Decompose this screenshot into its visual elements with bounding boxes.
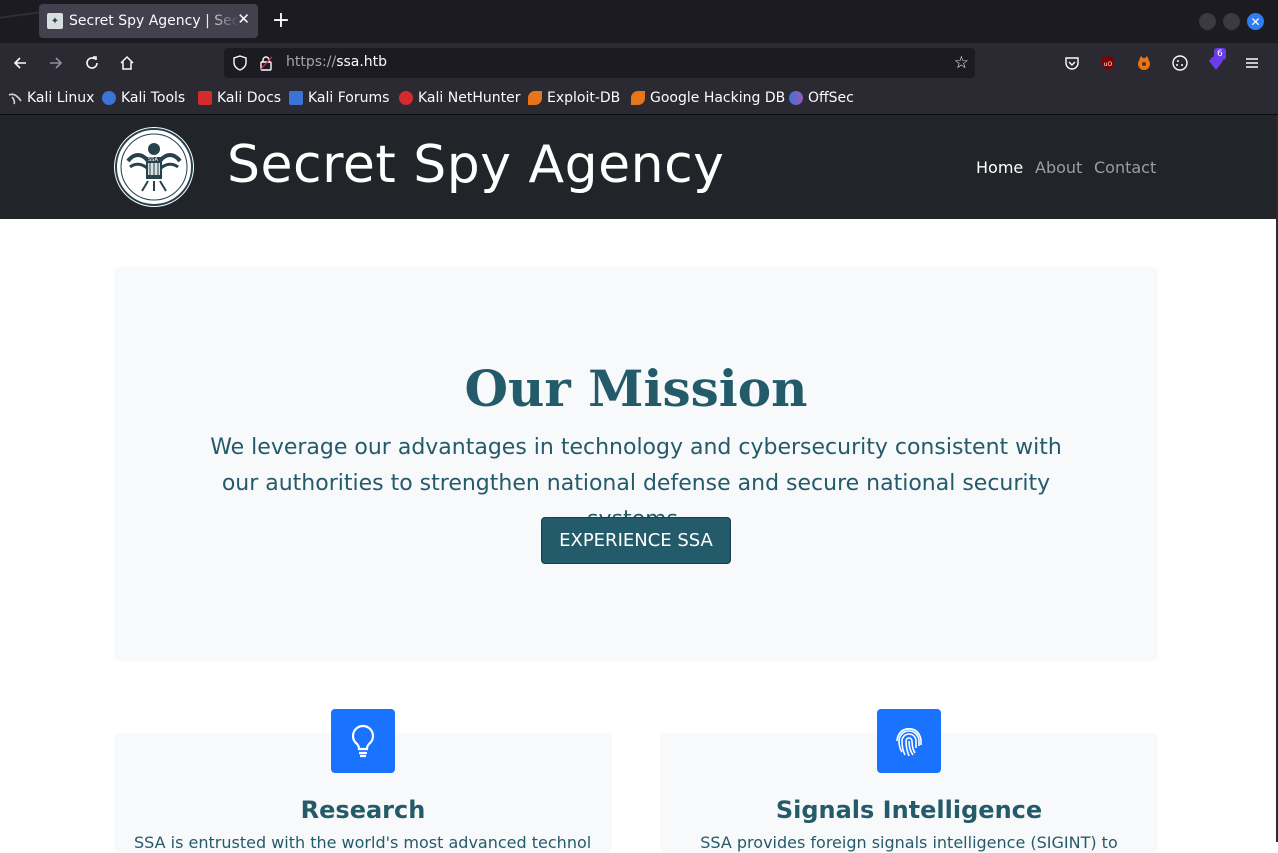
- mission-hero: Our Mission We leverage our advantages i…: [114, 267, 1158, 661]
- bookmark-google-hacking-db[interactable]: Google Hacking DB: [631, 90, 785, 106]
- home-icon[interactable]: [117, 53, 137, 73]
- minimize-window-button[interactable]: [1199, 13, 1216, 30]
- bookmark-offsec[interactable]: OffSec: [789, 90, 854, 106]
- experience-ssa-button[interactable]: EXPERIENCE SSA: [541, 517, 731, 564]
- url-text[interactable]: https://ssa.htb: [286, 54, 387, 70]
- svg-text:uO: uO: [1104, 61, 1113, 68]
- kali-tools-icon: [102, 91, 116, 105]
- research-card: Research SSA is entrusted with the world…: [114, 709, 612, 853]
- back-arrow-icon[interactable]: [10, 53, 30, 73]
- ssa-seal-logo[interactable]: SSA: [114, 127, 194, 207]
- fingerprint-icon: [877, 709, 941, 773]
- lightbulb-icon: [331, 709, 395, 773]
- nav-about-link[interactable]: About: [1035, 158, 1082, 177]
- bookmark-label: Kali Docs: [217, 90, 282, 106]
- browser-tab-bar: ✦ Secret Spy Agency | Secret ✕ + ✕: [0, 0, 1278, 43]
- tabbar-decoration: [0, 11, 40, 41]
- tab-close-icon[interactable]: ✕: [237, 10, 250, 28]
- bookmark-label: Kali Linux: [27, 90, 95, 106]
- extension-badge: 6: [1214, 48, 1226, 60]
- bookmarks-toolbar: Kali Linux Kali Tools Kali Docs Kali For…: [0, 84, 1278, 115]
- tab-title: Secret Spy Agency | Secret: [69, 13, 239, 29]
- bookmark-kali-forums[interactable]: Kali Forums: [289, 90, 389, 106]
- nav-contact-link[interactable]: Contact: [1094, 158, 1156, 177]
- card-title: Signals Intelligence: [775, 796, 1043, 824]
- cookie-editor-icon[interactable]: [1170, 53, 1190, 73]
- tracking-protection-shield-icon[interactable]: [232, 55, 248, 75]
- kali-forums-icon: [289, 91, 303, 105]
- foxyproxy-icon[interactable]: [1134, 53, 1154, 73]
- hamburger-menu-icon[interactable]: [1242, 53, 1262, 73]
- bookmark-label: Exploit-DB: [547, 90, 621, 106]
- site-title[interactable]: Secret Spy Agency: [227, 135, 724, 195]
- card-text: SSA is entrusted with the world's most a…: [134, 833, 592, 852]
- address-bar[interactable]: https://ssa.htb ☆: [224, 48, 975, 78]
- bookmark-kali-docs[interactable]: Kali Docs: [198, 90, 281, 106]
- new-tab-button[interactable]: +: [270, 8, 292, 34]
- bookmark-label: Google Hacking DB: [650, 90, 786, 106]
- card-text: SSA provides foreign signals intelligenc…: [700, 833, 1118, 852]
- maximize-window-button[interactable]: [1223, 13, 1240, 30]
- lock-icon[interactable]: [258, 55, 274, 75]
- site-header: SSA Secret Spy Agency Home About Contact: [0, 115, 1276, 219]
- bookmark-label: Kali NetHunter: [418, 90, 521, 106]
- kali-docs-icon: [198, 91, 212, 105]
- forward-arrow-icon[interactable]: [46, 53, 66, 73]
- tab-favicon-icon: ✦: [47, 13, 63, 29]
- google-hacking-db-icon: [631, 91, 645, 105]
- hero-title: Our Mission: [464, 359, 808, 418]
- close-window-button[interactable]: ✕: [1247, 13, 1264, 30]
- url-protocol: https://: [286, 54, 337, 70]
- reload-icon[interactable]: [82, 53, 102, 73]
- exploit-db-icon: [528, 91, 542, 105]
- logo-text: SSA: [148, 157, 158, 163]
- bookmark-exploit-db[interactable]: Exploit-DB: [528, 90, 620, 106]
- bookmark-kali-linux[interactable]: Kali Linux: [8, 90, 94, 106]
- bookmark-label: Kali Forums: [308, 90, 390, 106]
- bookmark-label: OffSec: [808, 90, 854, 106]
- bookmark-kali-tools[interactable]: Kali Tools: [102, 90, 185, 106]
- browser-toolbar: https://ssa.htb ☆ uO 6: [0, 43, 1278, 84]
- offsec-icon: [789, 91, 803, 105]
- url-host: ssa.htb: [336, 54, 388, 70]
- bookmark-label: Kali Tools: [121, 90, 186, 106]
- browser-tab[interactable]: ✦ Secret Spy Agency | Secret ✕: [39, 4, 258, 38]
- kali-nethunter-icon: [399, 91, 413, 105]
- signals-intelligence-card: Signals Intelligence SSA provides foreig…: [660, 709, 1158, 853]
- card-title: Research: [300, 796, 426, 824]
- ublock-origin-icon[interactable]: uO: [1098, 53, 1118, 73]
- pocket-icon[interactable]: [1062, 53, 1082, 73]
- kali-dragon-icon: [8, 91, 22, 105]
- bookmark-star-icon[interactable]: ☆: [954, 53, 969, 73]
- bookmark-kali-nethunter[interactable]: Kali NetHunter: [399, 90, 520, 106]
- nav-home-link[interactable]: Home: [976, 158, 1023, 177]
